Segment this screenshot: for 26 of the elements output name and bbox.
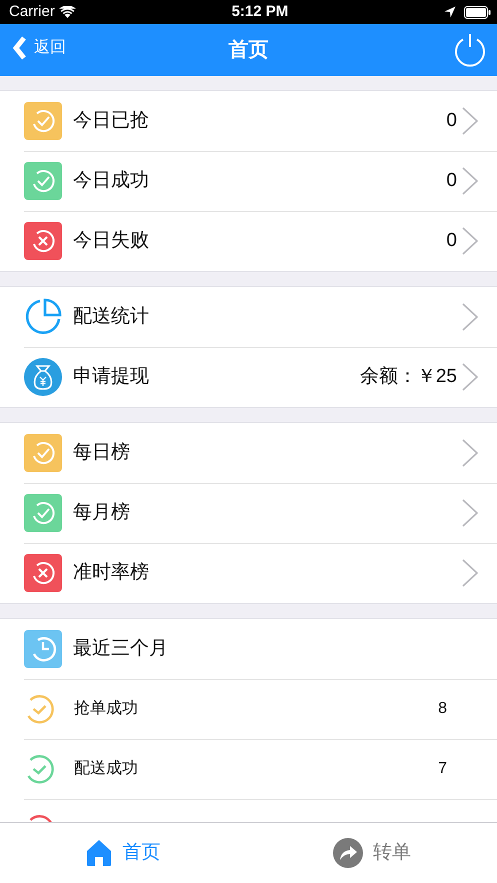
location-arrow-icon: [444, 6, 456, 18]
power-button[interactable]: [453, 33, 487, 67]
row-label: 今日失败: [73, 228, 149, 253]
tab-button[interactable]: 转单: [328, 836, 415, 870]
home-icon: [86, 839, 112, 867]
battery-icon: [464, 6, 491, 18]
row-label: 最近三个月: [73, 636, 168, 661]
row-label: 准时率榜: [73, 560, 149, 585]
row-label: 每月榜: [73, 500, 130, 525]
status-time: 5:12 PM: [232, 2, 288, 22]
row-value: 7: [438, 759, 447, 779]
row-value: 0: [446, 168, 457, 193]
row-label: 抢单成功: [74, 698, 138, 719]
row-value: 0: [446, 108, 457, 133]
row-label: 今日成功: [73, 168, 149, 193]
row-label: 每日榜: [73, 440, 130, 465]
row-label: 今日已抢: [73, 108, 149, 133]
row-label: 申请提现: [73, 364, 149, 389]
row-label: 配送统计: [73, 304, 149, 329]
page-title: 首页: [228, 38, 268, 63]
row-value: 余额：￥25: [360, 364, 457, 389]
carrier-label: Carrier: [9, 2, 55, 22]
row-label: 配送成功: [74, 758, 138, 779]
wifi-icon: [58, 6, 76, 18]
row-value: 0: [446, 228, 457, 253]
row-value: 8: [438, 699, 447, 719]
